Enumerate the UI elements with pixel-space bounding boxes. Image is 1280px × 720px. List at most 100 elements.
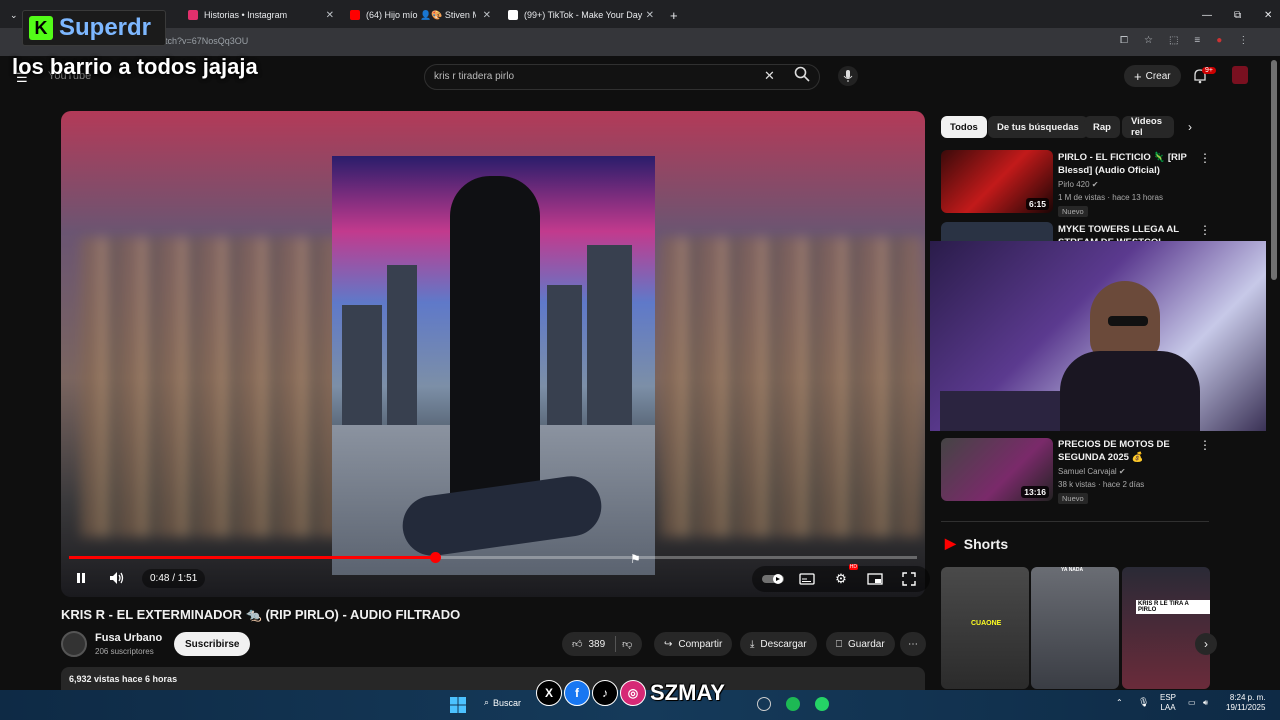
subscriber-count: 206 suscriptores bbox=[95, 647, 154, 656]
clock-date: 19/11/2025 bbox=[1226, 703, 1266, 712]
windows-start-icon[interactable] bbox=[450, 697, 466, 713]
player-controls-left: 0:48 / 1:51 bbox=[70, 565, 206, 591]
video-thumbnail[interactable]: 6:15 bbox=[941, 150, 1053, 213]
chips-next-chevron-icon[interactable]: › bbox=[1188, 120, 1192, 134]
instagram-logo-icon: ◎ bbox=[620, 680, 646, 706]
video-thumbnail[interactable] bbox=[941, 222, 1053, 242]
save-button[interactable]: ⎕ Guardar bbox=[826, 632, 895, 656]
shorts-heading: ▶ Shorts bbox=[945, 535, 1008, 552]
settings-gear-icon[interactable]: ⚙ HD bbox=[830, 564, 858, 590]
sunglasses bbox=[1108, 316, 1148, 326]
tab-search-button[interactable]: ⌄ bbox=[2, 4, 20, 26]
video-meta: 1 M de vistas · hace 13 horas bbox=[1058, 193, 1163, 202]
clock-time: 8:24 p. m. bbox=[1229, 693, 1266, 702]
bookmark-star-icon[interactable]: ☆ bbox=[1144, 35, 1153, 46]
video-title[interactable]: MYKE TOWERS LLEGA AL STREAM DE WESTCOL bbox=[1058, 223, 1198, 241]
spotify-taskbar-icon[interactable] bbox=[786, 697, 800, 711]
channel-name[interactable]: Fusa Urbano bbox=[95, 632, 162, 644]
channel-avatar[interactable] bbox=[61, 631, 87, 657]
clear-search-icon[interactable]: ✕ bbox=[764, 68, 775, 84]
more-actions-button[interactable]: ⋯ bbox=[900, 632, 926, 656]
account-avatar[interactable] bbox=[1232, 66, 1248, 84]
network-icon[interactable]: ▭ bbox=[1188, 698, 1196, 707]
restore-button[interactable]: ⧉ bbox=[1226, 4, 1249, 26]
voice-search-mic-icon[interactable] bbox=[838, 66, 858, 86]
short-card[interactable]: CUAONE bbox=[941, 567, 1029, 689]
time-display: 0:48 / 1:51 bbox=[142, 568, 206, 588]
language-indicator[interactable]: ESP LAA bbox=[1160, 693, 1176, 713]
description-box[interactable]: 6,932 vistas hace 6 horas bbox=[61, 667, 925, 691]
tray-chevron-icon[interactable]: ⌃ bbox=[1116, 698, 1123, 707]
share-button[interactable]: ↪ Compartir bbox=[654, 632, 733, 656]
tiktok-logo-icon: ♪ bbox=[592, 680, 618, 706]
video-menu-icon[interactable]: ⋮ bbox=[1199, 151, 1211, 165]
x-logo-icon: X bbox=[536, 680, 562, 706]
progress-scrubber-handle[interactable] bbox=[430, 552, 441, 563]
system-clock[interactable]: 8:24 p. m. 19/11/2025 bbox=[1226, 693, 1265, 713]
video-title[interactable]: PIRLO - EL FICTICIO 🦎 [RIP Blessd] (Audi… bbox=[1058, 151, 1198, 177]
divider bbox=[941, 521, 1209, 522]
extensions-icon[interactable]: ⬚ bbox=[1169, 35, 1178, 46]
url-text[interactable]: atch?v=67NosQq3OU bbox=[160, 36, 248, 46]
close-tab-icon[interactable]: ✕ bbox=[646, 10, 654, 21]
miniplayer-icon[interactable] bbox=[864, 568, 886, 590]
menu-dots-icon[interactable]: ⋮ bbox=[1238, 35, 1248, 46]
create-label: Crear bbox=[1145, 70, 1171, 82]
tab-instagram[interactable]: Historias • Instagram ✕ bbox=[180, 4, 340, 26]
kick-logo-icon: K bbox=[29, 16, 53, 40]
short-card[interactable]: YA NADA bbox=[1031, 567, 1119, 689]
video-channel[interactable]: Pirlo 420 ✔ bbox=[1058, 180, 1099, 189]
chip-rap[interactable]: Rap bbox=[1084, 116, 1120, 138]
create-button[interactable]: + Crear bbox=[1124, 65, 1181, 87]
tab-label: Historias • Instagram bbox=[204, 10, 288, 20]
like-divider bbox=[615, 636, 617, 652]
chrome-taskbar-icon[interactable] bbox=[757, 697, 771, 711]
subtitles-icon[interactable] bbox=[796, 568, 818, 590]
close-tab-icon[interactable]: ✕ bbox=[483, 10, 491, 21]
subscribe-button[interactable]: Suscribirse bbox=[174, 632, 251, 656]
video-menu-icon[interactable]: ⋮ bbox=[1199, 223, 1211, 237]
minimize-button[interactable]: — bbox=[1194, 4, 1220, 26]
short-caption: KRIS R LE TIRA A PIRLO bbox=[1136, 600, 1210, 614]
download-button[interactable]: ⤓ Descargar bbox=[740, 632, 817, 656]
video-duration: 13:16 bbox=[1021, 486, 1049, 498]
shorts-next-chevron-icon[interactable]: › bbox=[1195, 633, 1217, 655]
microphone-icon[interactable]: 🎙︎ bbox=[1138, 697, 1149, 708]
streamer-brand: SZMAY bbox=[650, 680, 725, 705]
like-button[interactable]: 👍︎ 389 👎︎ bbox=[562, 632, 643, 656]
video-thumbnail[interactable]: 13:16 bbox=[941, 438, 1053, 501]
search-icon[interactable] bbox=[794, 66, 810, 87]
reading-list-icon[interactable]: ≡ bbox=[1194, 35, 1200, 46]
whatsapp-taskbar-icon[interactable] bbox=[815, 697, 829, 711]
chip-de-tus-busquedas[interactable]: De tus búsquedas bbox=[988, 116, 1088, 138]
plus-icon: + bbox=[1134, 68, 1142, 84]
search-input[interactable]: kris r tiradera pirlo bbox=[434, 71, 514, 82]
instagram-favicon-icon bbox=[188, 10, 198, 20]
short-card[interactable]: KRIS R LE TIRA A PIRLO bbox=[1122, 567, 1210, 689]
volume-icon[interactable] bbox=[106, 567, 128, 589]
fullscreen-icon[interactable] bbox=[898, 568, 920, 590]
tab-tiktok[interactable]: (99+) TikTok - Make Your Day ✕ bbox=[500, 4, 660, 26]
tab-youtube[interactable]: (64) Hijo mío 👤🎨 Stiven Me... ✕ bbox=[342, 4, 497, 26]
tab-label: (64) Hijo mío 👤🎨 Stiven Me... bbox=[366, 9, 476, 20]
autoplay-toggle[interactable] bbox=[762, 568, 784, 590]
chip-videos-rel[interactable]: Videos rel bbox=[1122, 116, 1174, 138]
hd-badge: HD bbox=[848, 564, 858, 570]
short-caption: CUAONE bbox=[971, 620, 1002, 627]
taskbar-search[interactable]: ⌕ Buscar bbox=[484, 697, 521, 708]
new-tab-button[interactable]: + bbox=[662, 4, 682, 26]
dislike-button[interactable]: 👎︎ bbox=[622, 638, 632, 650]
chip-todos[interactable]: Todos bbox=[941, 116, 987, 138]
close-tab-icon[interactable]: ✕ bbox=[326, 10, 334, 21]
streamer-body bbox=[1060, 351, 1200, 431]
cast-icon[interactable]: ⧠ bbox=[1120, 35, 1128, 46]
facebook-logo-icon: f bbox=[564, 680, 590, 706]
speaker-icon[interactable]: 🔊︎ bbox=[1203, 698, 1208, 708]
close-window-button[interactable]: ✕ bbox=[1256, 4, 1280, 26]
pause-button[interactable] bbox=[70, 567, 92, 589]
video-menu-icon[interactable]: ⋮ bbox=[1199, 438, 1211, 452]
scrollbar[interactable] bbox=[1271, 60, 1277, 280]
profile-icon[interactable]: ● bbox=[1216, 35, 1222, 46]
video-title[interactable]: PRECIOS DE MOTOS DE SEGUNDA 2025 💰 bbox=[1058, 438, 1198, 464]
video-channel[interactable]: Samuel Carvajal ✔ bbox=[1058, 467, 1126, 476]
